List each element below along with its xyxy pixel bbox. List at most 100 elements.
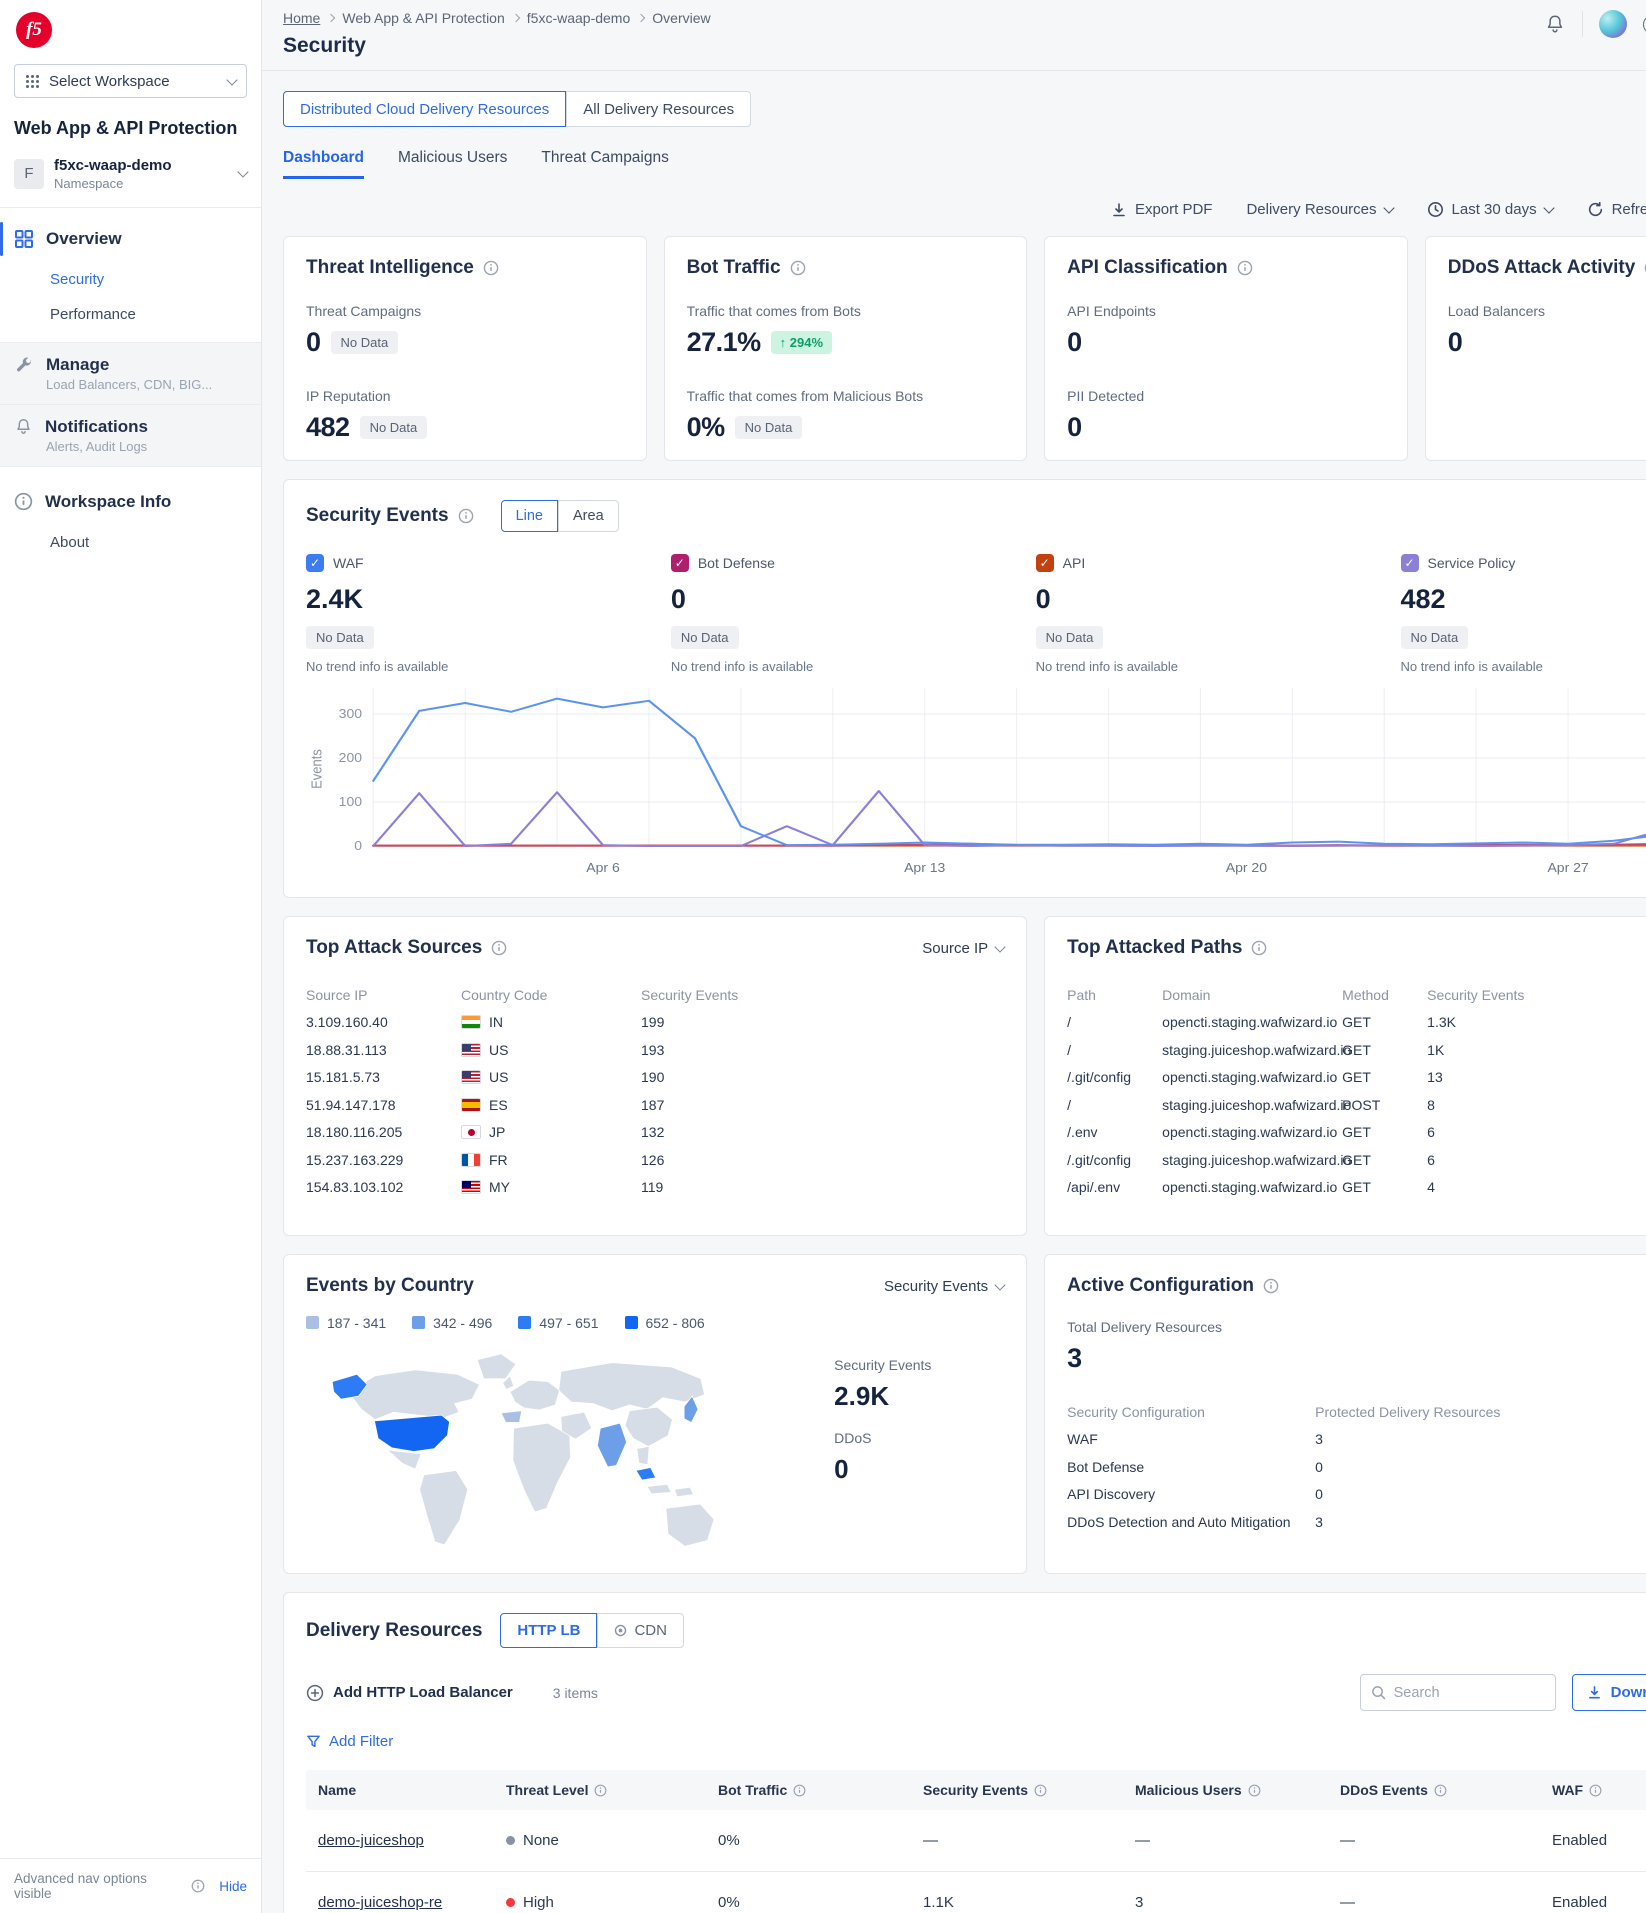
toggle-all-delivery[interactable]: All Delivery Resources [566,91,751,127]
export-pdf-button[interactable]: Export PDF [1111,201,1213,218]
chart-mode-line[interactable]: Line [501,500,558,532]
info-icon[interactable] [1248,1784,1261,1797]
table-row[interactable]: 15.181.5.73 US 190 [306,1064,1004,1092]
info-icon[interactable] [1034,1784,1047,1797]
sidebar-item-about[interactable]: About [0,525,261,560]
sidebar-item-workspace-info[interactable]: Workspace Info [0,479,261,525]
map-country-cn[interactable] [625,1407,672,1446]
info-icon[interactable] [1589,1784,1602,1797]
legend-checkbox-bot-defense[interactable]: ✓ [671,554,689,572]
column-header-waf[interactable]: WAF [1552,1782,1646,1798]
toggle-http-lb[interactable]: HTTP LB [500,1613,597,1648]
info-icon[interactable] [1434,1784,1447,1797]
map-country-af[interactable] [513,1423,571,1512]
add-http-lb-button[interactable]: Add HTTP Load Balancer [306,1684,513,1702]
security-events-chart[interactable]: 0100200300Apr 6Apr 13Apr 20Apr 27Events [306,680,1646,885]
events-metric-dropdown[interactable]: Security Events [884,1278,1004,1295]
notifications-bell-icon[interactable] [1544,13,1566,35]
source-ip-dropdown[interactable]: Source IP [922,940,1004,957]
info-icon[interactable] [1251,940,1267,956]
column-header-ddos-events[interactable]: DDoS Events [1340,1782,1552,1798]
workspace-selector[interactable]: Select Workspace [14,64,247,98]
map-country-ca[interactable] [348,1370,479,1420]
column-header-bot-traffic[interactable]: Bot Traffic [718,1782,923,1798]
threat-dot [506,1836,515,1845]
table-row[interactable]: 3.109.160.40 IN 199 [306,1009,1004,1037]
f5-logo[interactable]: f5 [16,12,52,48]
info-icon[interactable] [1263,1278,1279,1294]
add-filter-button[interactable]: Add Filter [306,1733,1646,1750]
resource-link-demo-juiceshop-re[interactable]: demo-juiceshop-re [318,1894,442,1911]
sidebar-item-manage[interactable]: Manage Load Balancers, CDN, BIG... [0,342,261,405]
time-range-dropdown[interactable]: Last 30 days [1427,201,1553,218]
table-row[interactable]: /api/.env opencti.staging.wafwizard.io G… [1067,1174,1646,1202]
tab-malicious-users[interactable]: Malicious Users [398,149,507,179]
info-icon[interactable] [790,260,806,276]
map-country-id2[interactable] [675,1487,694,1496]
namespace-selector[interactable]: F f5xc-waap-demo Namespace [0,143,261,208]
table-row[interactable]: 15.237.163.229 FR 126 [306,1146,1004,1174]
info-icon[interactable] [491,940,507,956]
sidebar-item-security[interactable]: Security [0,262,261,297]
sidebar-item-overview[interactable]: Overview [0,216,261,262]
resource-link-demo-juiceshop[interactable]: demo-juiceshop [318,1832,424,1849]
column-header-security-events[interactable]: Security Events [923,1782,1135,1798]
security-events-count: 6 [1427,1152,1646,1168]
table-row[interactable]: 18.180.116.205 JP 132 [306,1119,1004,1147]
chart-mode-area[interactable]: Area [558,500,619,532]
legend-checkbox-service-policy[interactable]: ✓ [1401,554,1419,572]
table-row[interactable]: 51.94.147.178 ES 187 [306,1091,1004,1119]
breadcrumb-item[interactable]: Overview [652,10,710,26]
map-country-id1[interactable] [647,1484,671,1493]
breadcrumb-item[interactable]: f5xc-waap-demo [527,10,631,26]
tab-threat-campaigns[interactable]: Threat Campaigns [541,149,669,179]
info-icon[interactable] [793,1784,806,1797]
legend-checkbox-api[interactable]: ✓ [1036,554,1054,572]
table-row: demo-juiceshop None 0% — — — Enabled ••• [306,1810,1646,1872]
refresh-button[interactable]: Refresh: Updated just now [1587,201,1646,218]
column-header-threat-level[interactable]: Threat Level [506,1782,718,1798]
table-row[interactable]: /.git/config opencti.staging.wafwizard.i… [1067,1064,1646,1092]
sidebar-item-notifications[interactable]: Notifications Alerts, Audit Logs [0,405,261,467]
world-map[interactable] [306,1339,714,1567]
map-country-ru[interactable] [559,1363,705,1411]
bell-icon [14,417,33,436]
sidebar-item-performance[interactable]: Performance [0,297,261,332]
info-icon[interactable] [483,260,499,276]
map-country-au[interactable] [666,1504,714,1546]
table-row[interactable]: / opencti.staging.wafwizard.io GET 1.3K [1067,1009,1646,1037]
events-line-chart[interactable]: 0100200300Apr 6Apr 13Apr 20Apr 27Events [306,680,1646,880]
download-csv-button[interactable]: Download CSV [1572,1674,1646,1711]
table-row[interactable]: / staging.juiceshop.wafwizard.io GET 1K [1067,1036,1646,1064]
tenant-avatar[interactable] [1599,10,1627,38]
legend-checkbox-waf[interactable]: ✓ [306,554,324,572]
info-icon[interactable] [458,508,474,524]
table-row[interactable]: /.git/config staging.juiceshop.wafwizard… [1067,1146,1646,1174]
map-country-se[interactable] [637,1446,649,1464]
info-icon[interactable] [1237,260,1253,276]
table-row[interactable]: 154.83.103.102 MY 119 [306,1174,1004,1202]
table-row[interactable]: 18.88.31.113 US 193 [306,1036,1004,1064]
sidebar-item-label: Notifications [45,417,148,437]
table-row[interactable]: / staging.juiceshop.wafwizard.io POST 8 [1067,1091,1646,1119]
toggle-distributed-cloud[interactable]: Distributed Cloud Delivery Resources [283,91,566,127]
delivery-resources-dropdown[interactable]: Delivery Resources [1246,201,1392,218]
breadcrumb-home[interactable]: Home [283,10,320,26]
info-icon[interactable] [594,1784,607,1797]
map-country-us[interactable] [374,1415,449,1451]
hide-nav-button[interactable]: Hide [219,1879,247,1894]
column-header-malicious-users[interactable]: Malicious Users [1135,1782,1340,1798]
map-country-my[interactable] [636,1468,656,1480]
map-country-mx[interactable] [388,1450,422,1469]
search-input[interactable] [1394,1685,1524,1701]
map-country-gl[interactable] [477,1354,516,1379]
map-country-es[interactable] [501,1411,521,1423]
map-country-eu[interactable] [510,1380,560,1410]
tab-dashboard[interactable]: Dashboard [283,149,364,179]
map-country-in[interactable] [597,1423,626,1467]
toggle-cdn[interactable]: CDN [597,1613,684,1648]
info-icon[interactable] [191,1879,205,1893]
map-country-sa[interactable] [420,1470,468,1544]
breadcrumb-item[interactable]: Web App & API Protection [342,10,504,26]
table-row[interactable]: /.env opencti.staging.wafwizard.io GET 6 [1067,1119,1646,1147]
